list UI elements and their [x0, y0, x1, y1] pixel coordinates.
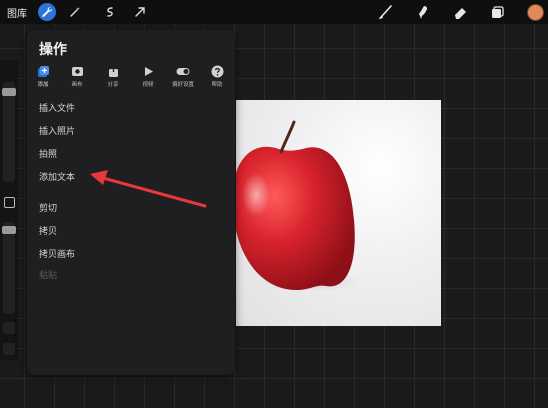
menu-item-insert-photo[interactable]: 插入照片	[39, 124, 75, 137]
tab-video[interactable]: 视频	[132, 65, 164, 88]
tab-add[interactable]: 添加	[27, 65, 59, 88]
modify-button[interactable]	[4, 197, 15, 208]
apple-image	[236, 120, 366, 292]
eraser-icon[interactable]	[451, 3, 469, 21]
menu-item-copy[interactable]: 拷贝	[39, 224, 57, 237]
brush-size-slider[interactable]	[3, 82, 15, 182]
selection-icon[interactable]	[101, 3, 119, 21]
menu-item-take-photo[interactable]: 拍照	[39, 147, 57, 160]
canvas-photo[interactable]	[236, 100, 441, 326]
opacity-slider[interactable]	[3, 222, 15, 314]
menu-item-paste: 粘贴	[39, 271, 58, 281]
top-toolbar: 图库	[0, 0, 548, 24]
share-icon	[108, 65, 118, 77]
canvas-icon	[71, 67, 83, 76]
layers-icon[interactable]	[488, 3, 506, 21]
transform-arrow-icon[interactable]	[131, 3, 149, 21]
brush-size-handle[interactable]	[2, 88, 16, 96]
gallery-button[interactable]: 图库	[7, 5, 27, 20]
undo-button[interactable]	[3, 322, 15, 334]
actions-panel: 操作 添加 画布 分享 视频 偏好设置 帮助 插入文件 插入照片 拍照 添加文本…	[27, 30, 234, 375]
opacity-handle[interactable]	[2, 226, 16, 234]
toggle-icon	[176, 68, 190, 75]
wrench-icon[interactable]	[38, 3, 56, 21]
tab-canvas[interactable]: 画布	[61, 65, 93, 88]
tab-preferences[interactable]: 偏好设置	[167, 65, 199, 88]
magic-wand-icon[interactable]	[66, 3, 84, 21]
color-swatch[interactable]	[527, 4, 544, 21]
help-icon	[211, 65, 223, 78]
left-sidebar	[0, 60, 18, 360]
video-icon	[144, 67, 153, 76]
add-icon	[37, 66, 49, 77]
menu-item-copy-canvas[interactable]: 拷贝画布	[39, 247, 75, 260]
panel-title: 操作	[39, 42, 67, 58]
smudge-icon[interactable]	[413, 3, 431, 21]
menu-item-insert-file[interactable]: 插入文件	[39, 101, 75, 114]
tab-help[interactable]: 帮助	[201, 65, 233, 88]
tab-share[interactable]: 分享	[97, 65, 129, 88]
brush-icon[interactable]	[376, 3, 394, 21]
menu-item-add-text[interactable]: 添加文本	[39, 170, 75, 183]
menu-item-cut[interactable]: 剪切	[39, 201, 57, 214]
redo-button[interactable]	[3, 343, 15, 355]
